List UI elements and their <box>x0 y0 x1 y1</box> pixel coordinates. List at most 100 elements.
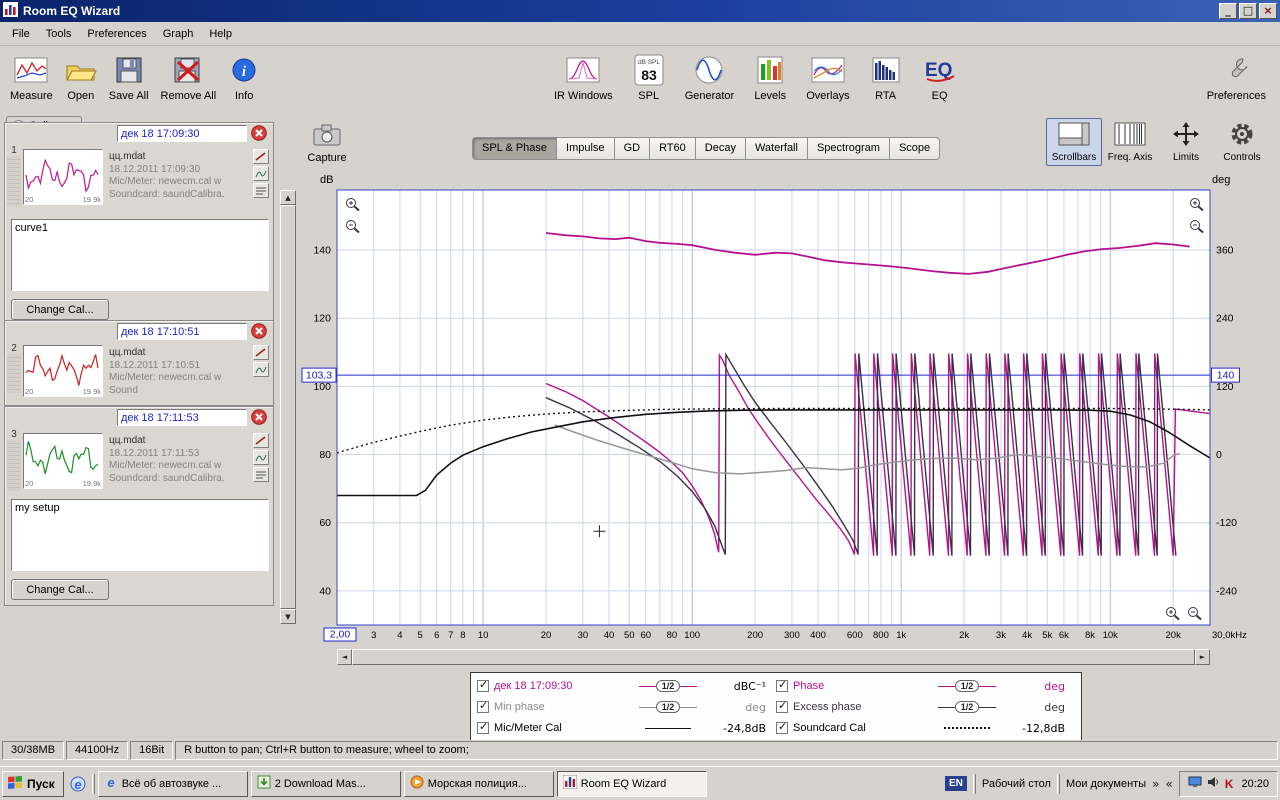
eq-button[interactable]: EQ EQ <box>916 50 964 104</box>
info-button[interactable]: i Info <box>222 50 266 104</box>
vertical-scroll-thumb[interactable] <box>280 205 296 609</box>
smoothing-control-min-phase[interactable]: 1/2 <box>637 701 699 713</box>
start-button[interactable]: Пуск <box>2 770 64 797</box>
toolbar-grip[interactable] <box>972 773 976 794</box>
zoom-in-icon[interactable] <box>1164 605 1182 621</box>
measurement-1-notes[interactable]: curve1 <box>11 219 269 291</box>
legend-checkbox-measurement[interactable] <box>477 678 489 692</box>
tab-decay[interactable]: Decay <box>695 137 746 160</box>
measurement-card-3[interactable]: 3 20 19.9k цц.mdat 18.12.2011 17:11:53 M… <box>4 406 274 606</box>
zoom-out-icon[interactable] <box>1186 605 1204 621</box>
legend-checkbox-soundcard-cal[interactable] <box>776 720 788 734</box>
tab-gd[interactable]: GD <box>614 137 651 160</box>
overlays-button[interactable]: Overlays <box>800 50 855 104</box>
trace-curve-icon[interactable] <box>253 450 269 465</box>
menu-tools[interactable]: Tools <box>38 25 80 43</box>
trace-edit-icon[interactable] <box>253 149 269 164</box>
measurement-3-notes[interactable]: my setup <box>11 499 269 571</box>
menu-file[interactable]: File <box>4 25 38 43</box>
measurement-3-date-field[interactable] <box>117 409 247 426</box>
smoothing-control-phase[interactable]: 1/2 <box>936 680 998 692</box>
smoothing-control-excess-phase[interactable]: 1/2 <box>936 701 998 713</box>
measurement-1-change-cal-button[interactable]: Change Cal... <box>11 299 109 320</box>
spl-phase-chart[interactable]: 103,3 140406080100120140 3602401200-120-24… <box>296 188 1264 648</box>
scroll-down-arrow[interactable] <box>280 609 296 624</box>
zoom-out-icon[interactable] <box>344 218 362 234</box>
tab-spl-phase[interactable]: SPL & Phase <box>472 137 558 160</box>
taskbar-clock[interactable]: 20:20 <box>1241 778 1269 790</box>
measurement-card-1[interactable]: 1 20 19.9k цц.mdat 18.12.2011 17:09:30 M… <box>4 122 274 326</box>
zoom-out-icon[interactable] <box>1188 218 1206 234</box>
zoom-in-icon[interactable] <box>344 196 362 212</box>
ir-windows-button[interactable]: IR Windows <box>548 50 619 104</box>
documents-toolbar[interactable]: Мои документы <box>1066 778 1146 790</box>
rta-button[interactable]: RTA <box>864 50 908 104</box>
tab-waterfall[interactable]: Waterfall <box>745 137 808 160</box>
chevron-right-icon[interactable]: » <box>1152 777 1159 791</box>
tab-scope[interactable]: Scope <box>889 137 941 160</box>
open-button[interactable]: Open <box>59 50 103 104</box>
task-button-3[interactable]: Морская полиция... <box>403 770 554 797</box>
measurement-3-change-cal-button[interactable]: Change Cal... <box>11 579 109 600</box>
freq-axis-button[interactable]: Freq. Axis <box>1102 118 1158 166</box>
tab-rt60[interactable]: RT60 <box>650 137 696 160</box>
task-button-1[interactable]: e Всё об автозвуке ... <box>97 770 248 797</box>
minimize-button[interactable]: _ <box>1219 3 1237 19</box>
legend-checkbox-min-phase[interactable] <box>477 699 489 713</box>
scroll-up-arrow[interactable] <box>280 190 296 205</box>
antivirus-tray-icon[interactable]: K <box>1225 777 1234 791</box>
legend-checkbox-excess-phase[interactable] <box>776 699 788 713</box>
measurement-card-2[interactable]: 2 20 19.9k цц.mdat 18.12.2011 17:10:51 M… <box>4 320 274 406</box>
trace-notes-icon[interactable] <box>253 467 269 482</box>
trace-curve-icon[interactable] <box>253 362 269 377</box>
task-button-2[interactable]: 2 Download Mas... <box>250 770 401 797</box>
spl-meter-button[interactable]: dB SPL 83 SPL <box>627 50 671 104</box>
graph-horizontal-scrollbar[interactable] <box>337 649 1210 665</box>
controls-button[interactable]: Controls <box>1214 118 1270 166</box>
measure-button[interactable]: Measure <box>4 50 59 104</box>
trace-curve-icon[interactable] <box>253 166 269 181</box>
chevron-left-icon[interactable]: « <box>1165 777 1172 791</box>
scrollbars-button[interactable]: Scrollbars <box>1046 118 1102 166</box>
menu-graph[interactable]: Graph <box>155 25 202 43</box>
preferences-button[interactable]: Preferences <box>1201 50 1272 104</box>
graph-vertical-scrollbar[interactable] <box>280 190 296 624</box>
toolbar-grip[interactable] <box>1056 773 1060 794</box>
levels-button[interactable]: Levels <box>748 50 792 104</box>
maximize-button[interactable]: □ <box>1239 3 1257 19</box>
zoom-in-icon[interactable] <box>1188 196 1206 212</box>
scroll-right-arrow[interactable] <box>1195 649 1210 665</box>
measurement-2-close-button[interactable] <box>251 323 268 340</box>
generator-button[interactable]: Generator <box>679 50 741 104</box>
measurement-2-date-field[interactable] <box>117 323 247 340</box>
trace-edit-icon[interactable] <box>253 433 269 448</box>
save-all-button[interactable]: Save All <box>103 50 155 104</box>
measurement-2-thumbnail[interactable]: 20 19.9k <box>23 345 103 397</box>
horizontal-scroll-thumb[interactable] <box>352 649 1195 665</box>
remove-all-button[interactable]: Remove All <box>155 50 223 104</box>
measurement-3-close-button[interactable] <box>251 409 268 426</box>
measurement-3-thumbnail[interactable]: 20 19.9k <box>23 433 103 489</box>
desktop-toolbar[interactable]: Рабочий стол <box>982 778 1051 790</box>
limits-button[interactable]: Limits <box>1158 118 1214 166</box>
display-tray-icon[interactable] <box>1188 776 1202 791</box>
measurement-1-date-field[interactable] <box>117 125 247 142</box>
smoothing-control-measurement[interactable]: 1/2 <box>637 680 699 692</box>
legend-checkbox-mic-cal[interactable] <box>477 720 489 734</box>
scroll-left-arrow[interactable] <box>337 649 352 665</box>
task-button-rew[interactable]: Room EQ Wizard <box>556 770 707 797</box>
capture-button[interactable]: Capture <box>304 124 350 164</box>
quicklaunch-icon[interactable]: e <box>67 772 89 796</box>
language-indicator[interactable]: EN <box>944 776 967 791</box>
measurement-1-thumbnail[interactable]: 20 19.9k <box>23 149 103 205</box>
volume-tray-icon[interactable] <box>1207 776 1220 791</box>
menu-help[interactable]: Help <box>201 25 240 43</box>
menu-preferences[interactable]: Preferences <box>79 25 154 43</box>
close-button[interactable]: × <box>1259 3 1277 19</box>
tab-impulse[interactable]: Impulse <box>557 137 615 160</box>
trace-notes-icon[interactable] <box>253 183 269 198</box>
measurement-1-close-button[interactable] <box>251 125 268 142</box>
legend-checkbox-phase[interactable] <box>776 678 788 692</box>
trace-edit-icon[interactable] <box>253 345 269 360</box>
tab-spectrogram[interactable]: Spectrogram <box>807 137 890 160</box>
